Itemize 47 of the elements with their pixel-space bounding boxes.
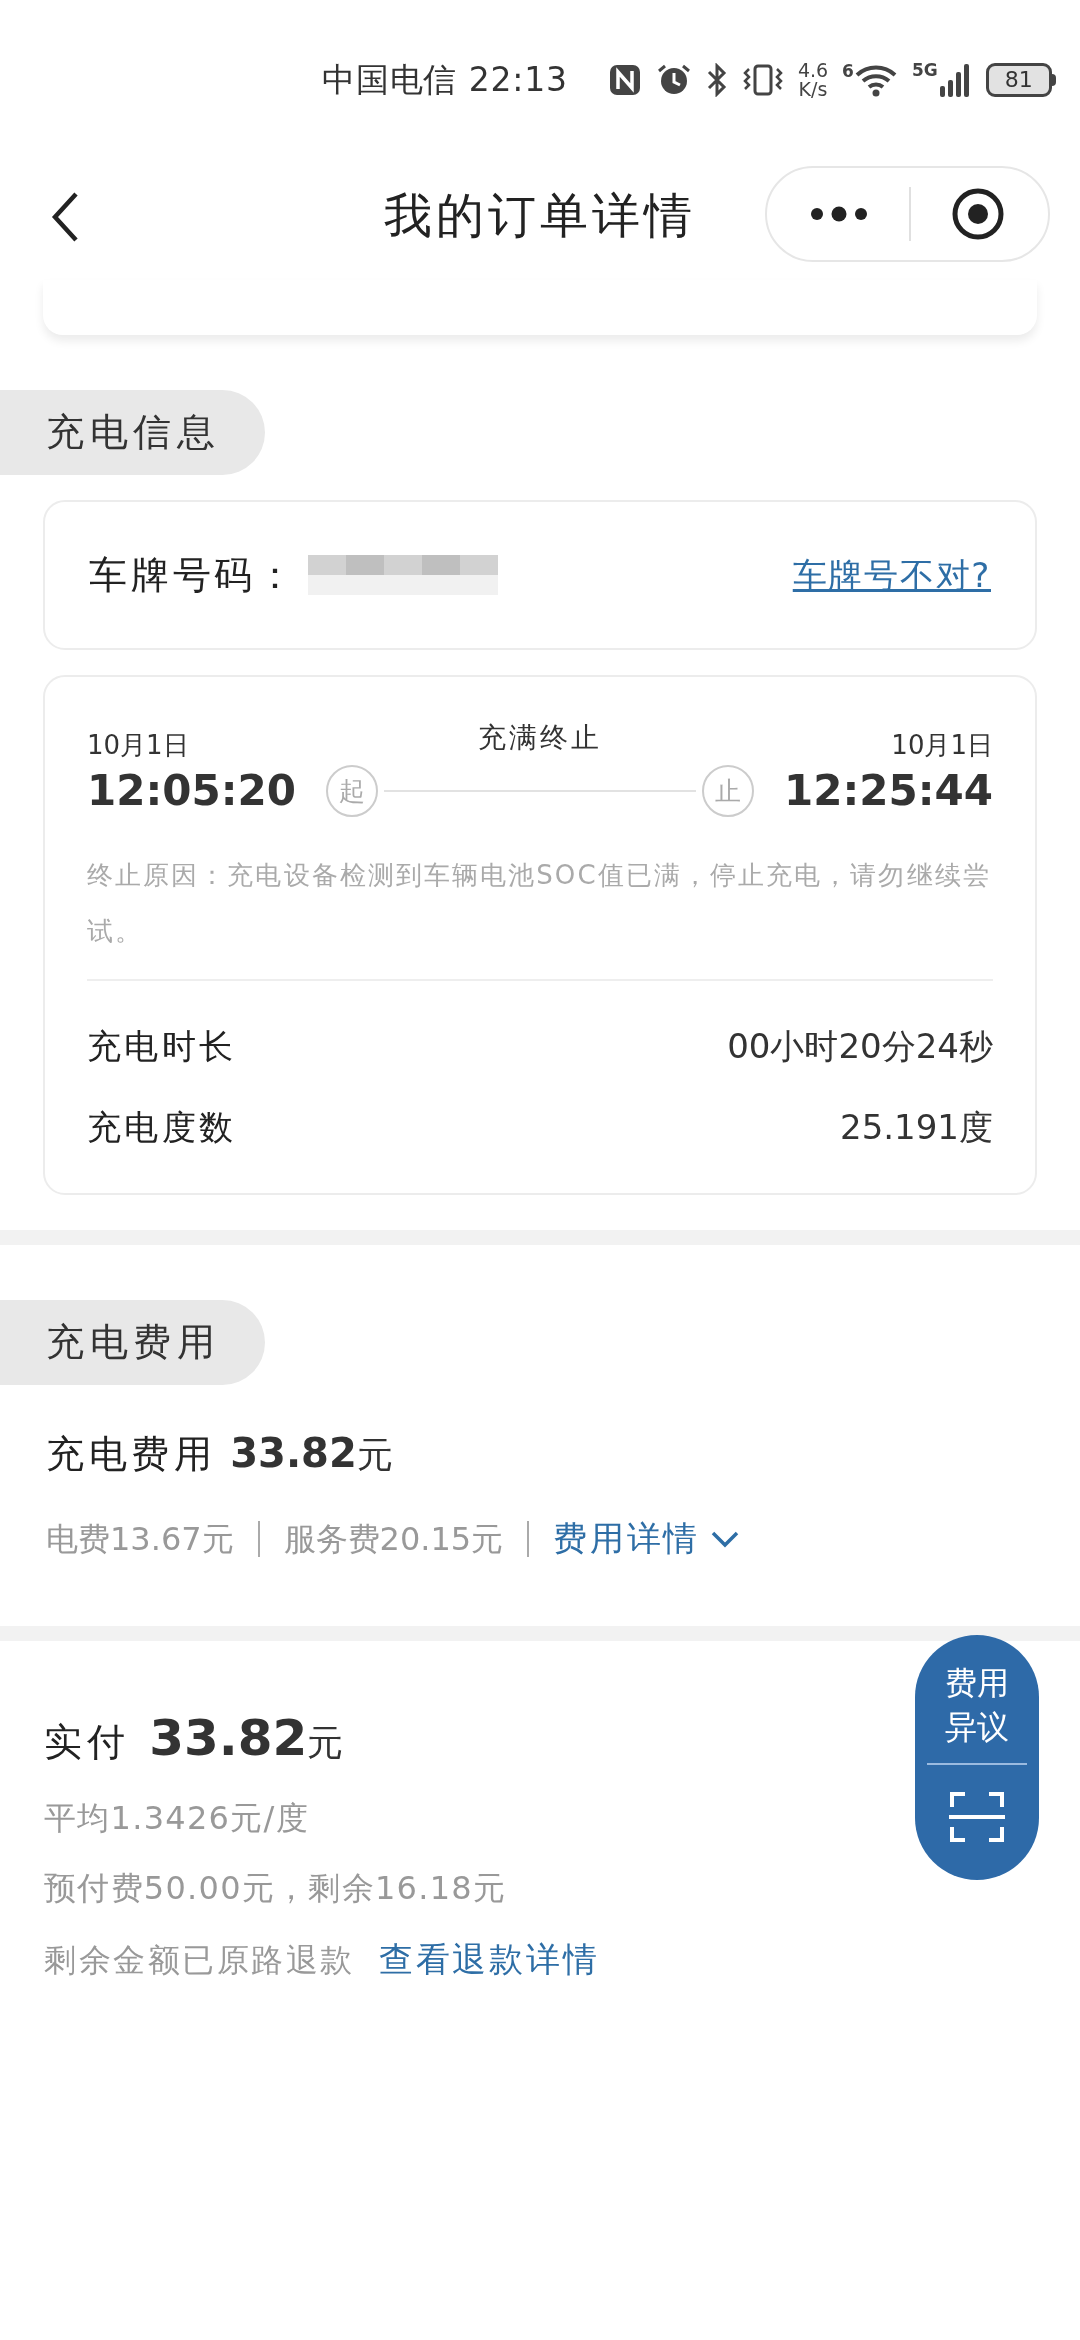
end-badge: 止: [702, 765, 755, 817]
payment-note: 平均1.3426元/度: [44, 1798, 309, 1839]
refund-note: 剩余金额已原路退款: [44, 1939, 356, 1981]
net-speed-unit: K/s: [798, 80, 828, 99]
section-label: 充电信息: [0, 390, 265, 475]
payment-note: 预付费50.00元，剩余16.18元: [44, 1868, 507, 1909]
close-target-icon[interactable]: [951, 187, 1005, 241]
charge-status: 充满终止: [478, 720, 602, 756]
plate-label: 车牌号码：: [89, 551, 298, 599]
back-icon[interactable]: [50, 190, 80, 244]
wifi-label: 6: [842, 63, 854, 80]
fee-dispute-button[interactable]: 费用异议: [915, 1635, 1039, 1880]
battery-percent: 81: [1003, 66, 1034, 94]
net-speed-value: 4.6: [797, 61, 829, 80]
stat-value: 25.191度: [840, 1106, 993, 1149]
status-text: 中国电信 22:13: [322, 59, 568, 102]
fee-breakdown: 电费13.67元: [46, 1518, 234, 1560]
end-time: 12:25:44: [784, 764, 993, 817]
more-icon[interactable]: [809, 206, 869, 222]
fee-details-link[interactable]: 费用详情: [553, 1513, 741, 1564]
wrong-plate-link[interactable]: 车牌号不对?: [792, 549, 991, 601]
fee-label: 充电费用: [46, 1431, 217, 1478]
start-badge: 起: [325, 765, 378, 817]
scan-icon: [948, 1789, 1006, 1845]
paid-unit: 元: [307, 1721, 344, 1765]
end-date: 10月1日: [891, 728, 993, 762]
signal-icon: [937, 62, 972, 98]
fee-breakdown: 服务费20.15元: [283, 1518, 504, 1560]
stop-reason: 终止原因：充电设备检测到车辆电池SOC值已满，停止充电，请勿继续尝试。: [87, 847, 993, 981]
vibrate-icon: [741, 63, 784, 97]
cell-label: 5G: [911, 62, 938, 79]
section-label: 充电费用: [0, 1300, 265, 1385]
stat-value: 00小时20分24秒: [727, 1025, 993, 1068]
bluetooth-icon: [705, 63, 728, 97]
paid-amount: 33.82: [149, 1708, 308, 1769]
stat-label: 充电时长: [87, 1025, 237, 1068]
page-title: 我的订单详情: [384, 186, 696, 245]
fee-amount: 33.82: [230, 1429, 357, 1478]
fee-unit: 元: [356, 1433, 393, 1477]
paid-label: 实付: [44, 1719, 130, 1766]
stat-label: 充电度数: [87, 1106, 237, 1149]
start-date: 10月1日: [87, 728, 190, 762]
wifi-icon: [853, 63, 898, 97]
nfc-icon: [607, 63, 642, 97]
refund-details-link[interactable]: 查看退款详情: [379, 1934, 600, 1985]
chevron-down-icon: [710, 1529, 741, 1548]
start-time: 12:05:20: [87, 764, 296, 817]
